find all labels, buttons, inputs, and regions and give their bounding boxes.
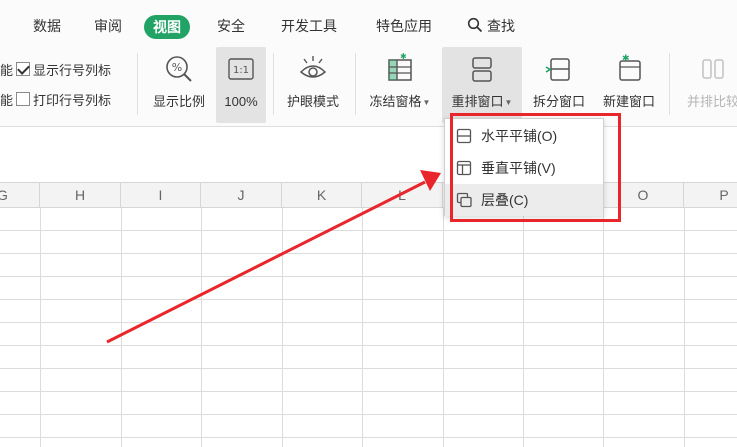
freeze-panes-label: 冻结窗格▼ [369, 94, 431, 109]
grid-line [684, 208, 685, 447]
svg-text:✱: ✱ [622, 54, 630, 64]
grid-line [362, 208, 363, 447]
toolbar-divider [355, 53, 356, 115]
truncated-label: 能 [0, 62, 14, 78]
column-header-g[interactable]: G [0, 183, 40, 207]
show-ratio-button[interactable]: % 显示比例 [146, 47, 212, 123]
arrange-windows-button[interactable]: 重排窗口▼ [442, 47, 522, 123]
grid-line [0, 322, 737, 323]
grid-line [0, 368, 737, 369]
arrange-windows-label: 重排窗口▼ [451, 94, 513, 109]
grid-line [282, 208, 283, 447]
zoom-100-button[interactable]: 1:1 100% [216, 47, 266, 123]
zoom-100-label: 100% [224, 94, 258, 109]
grid-line [0, 414, 737, 415]
menu-view[interactable]: 视图 [144, 15, 190, 39]
new-window-icon: ✱ [612, 47, 646, 91]
new-window-button[interactable]: ✱ 新建窗口 [596, 47, 662, 123]
eye-protection-button[interactable]: 护眼模式 [280, 47, 346, 123]
search-button[interactable]: 查找 [467, 14, 515, 38]
grid-line [0, 345, 737, 346]
annotation-highlight-box [450, 113, 621, 222]
column-header-j[interactable]: J [201, 183, 282, 207]
checkbox-unchecked-icon[interactable] [16, 92, 30, 106]
grid-line [603, 208, 604, 447]
side-by-side-icon [696, 47, 730, 91]
toolbar-divider [273, 53, 274, 115]
grid-line [443, 208, 444, 447]
menu-developer-tools[interactable]: 开发工具 [281, 14, 337, 38]
grid-line [201, 208, 202, 447]
sheet-grid[interactable] [0, 208, 737, 447]
column-header-l[interactable]: L [362, 183, 443, 207]
menu-bar: 数据 审阅 视图 安全 开发工具 特色应用 查找 [0, 0, 737, 45]
print-headers-checkbox[interactable]: 能 打印行号列标 [0, 89, 111, 109]
show-headers-checkbox[interactable]: 能 显示行号列标 [0, 59, 111, 79]
column-header-h[interactable]: H [40, 183, 121, 207]
checkbox-checked-icon[interactable] [16, 62, 30, 76]
print-headers-label: 打印行号列标 [33, 92, 112, 108]
search-icon [467, 17, 483, 36]
show-ratio-label: 显示比例 [152, 94, 205, 109]
zoom-100-icon-text: 1:1 [233, 65, 249, 76]
eye-icon [296, 47, 330, 91]
zoom-100-icon: 1:1 [226, 47, 256, 91]
split-window-button[interactable]: 拆分窗口 [526, 47, 592, 123]
freeze-panes-icon: ✱ [383, 47, 417, 91]
ribbon-toolbar: 能 显示行号列标 能 打印行号列标 % 显示比例 1:1 100% 护眼模式 ✱ [0, 45, 737, 127]
column-header-bar: G H I J K L M N O P [0, 182, 737, 208]
chevron-down-icon: ▼ [422, 97, 431, 107]
split-window-label: 拆分窗口 [532, 94, 585, 109]
grid-line [0, 391, 737, 392]
grid-line [40, 208, 41, 447]
svg-text:%: % [172, 61, 182, 74]
toolbar-divider [669, 53, 670, 115]
menu-data[interactable]: 数据 [33, 14, 61, 38]
grid-line [523, 208, 524, 447]
grid-line [0, 299, 737, 300]
search-label: 查找 [487, 18, 515, 34]
grid-line [0, 230, 737, 231]
chevron-down-icon: ▼ [504, 97, 513, 107]
side-by-side-button[interactable]: 并排比较 [678, 47, 737, 123]
truncated-label: 能 [0, 92, 14, 108]
arrange-windows-icon [465, 47, 499, 91]
svg-text:✱: ✱ [400, 52, 407, 61]
grid-line [121, 208, 122, 447]
formula-area [0, 127, 737, 182]
grid-line [0, 437, 737, 438]
toolbar-divider [137, 53, 138, 115]
show-headers-label: 显示行号列标 [33, 62, 112, 78]
zoom-ratio-icon: % [163, 47, 195, 91]
side-by-side-label: 并排比较 [686, 94, 737, 109]
new-window-label: 新建窗口 [602, 94, 655, 109]
menu-special-apps[interactable]: 特色应用 [376, 14, 432, 38]
column-header-p[interactable]: P [684, 183, 737, 207]
column-header-k[interactable]: K [282, 183, 362, 207]
freeze-panes-button[interactable]: ✱ 冻结窗格▼ [362, 47, 438, 123]
split-window-icon [542, 47, 576, 91]
grid-line [0, 253, 737, 254]
menu-review[interactable]: 审阅 [94, 14, 122, 38]
eye-protection-label: 护眼模式 [286, 94, 339, 109]
column-header-i[interactable]: I [121, 183, 201, 207]
menu-security[interactable]: 安全 [217, 14, 245, 38]
grid-line [0, 276, 737, 277]
